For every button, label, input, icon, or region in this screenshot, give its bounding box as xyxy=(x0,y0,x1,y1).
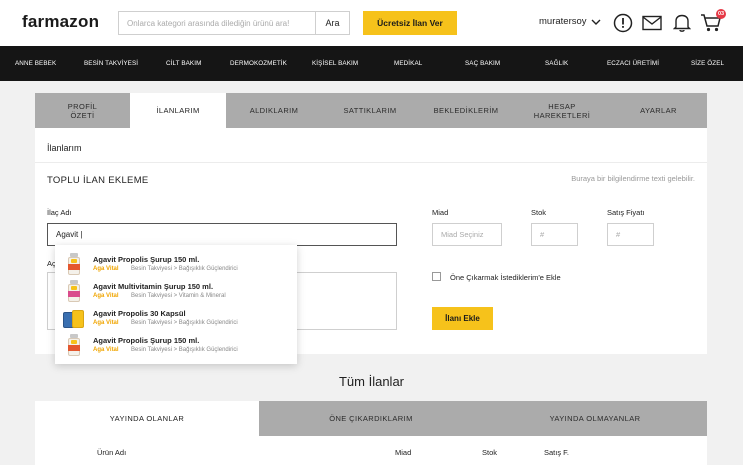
suggestion-category: Besin Takviyesi > Bağışıklık Güçlendiric… xyxy=(131,266,238,272)
suggestion-name: Agavit Propolis Şurup 150 ml. xyxy=(93,336,200,345)
suggestion-brand: Aga Vital xyxy=(93,293,119,299)
tab-yayinda-olmayanlar[interactable]: YAYINDA OLMAYANLAR xyxy=(483,401,707,436)
tab-bekledikler[interactable]: BEKLEDİKLERİM xyxy=(418,93,514,128)
price-label: Satış Fiyatı xyxy=(607,208,645,217)
alert-icon[interactable] xyxy=(612,12,634,34)
suggestion-name: Agavit Propolis Şurup 150 ml. xyxy=(93,255,200,264)
search-button[interactable]: Ara xyxy=(315,12,349,34)
logo[interactable]: farmazon xyxy=(22,12,99,32)
tab-label: HESAP xyxy=(548,101,576,111)
username: muratersoy xyxy=(539,16,587,27)
tab-profil-ozeti[interactable]: PROFİL ÖZETİ xyxy=(35,93,130,128)
listings-table-header: Ürün Adı Miad Stok Satış F. xyxy=(35,436,707,465)
nav-item-medikal[interactable]: MEDİKAL xyxy=(394,46,422,81)
free-listing-button[interactable]: Ücretsiz İlan Ver xyxy=(363,11,457,35)
listing-status-tabs: YAYINDA OLANLAR ÖNE ÇIKARDIKLARIM YAYIND… xyxy=(35,401,707,436)
column-header-product: Ürün Adı xyxy=(97,448,127,457)
suggestion-brand: Aga Vital xyxy=(93,266,119,272)
tab-label: SATTIKLARIM xyxy=(343,106,397,115)
nav-item-besin-takviyesi[interactable]: BESİN TAKVİYESİ xyxy=(84,46,138,81)
tab-ayarlar[interactable]: AYARLAR xyxy=(610,93,707,128)
stock-label: Stok xyxy=(531,208,547,217)
tab-aldiklarim[interactable]: ALDIKLARIM xyxy=(226,93,322,128)
user-menu[interactable]: muratersoy xyxy=(539,16,601,27)
suggestion-name: Agavit Propolis 30 Kapsül xyxy=(93,309,186,318)
suggestion-category: Besin Takviyesi > Bağışıklık Güçlendiric… xyxy=(131,347,238,353)
info-text: Buraya bir bilgilendirme texti gelebilir… xyxy=(571,174,695,183)
suggestion-name: Agavit Multivitamin Şurup 150 ml. xyxy=(93,282,214,291)
tab-label: BEKLEDİKLERİM xyxy=(433,106,499,115)
autocomplete-dropdown: Agavit Propolis Şurup 150 ml. Aga Vital … xyxy=(55,245,297,364)
nav-item-kisisel-bakim[interactable]: KİŞİSEL BAKIM xyxy=(312,46,358,81)
product-thumbnail xyxy=(67,253,81,275)
all-listings-title: Tüm İlanlar xyxy=(338,374,405,389)
cart-icon[interactable]: 03 xyxy=(700,9,726,34)
nav-item-size-ozel[interactable]: SİZE ÖZEL xyxy=(691,46,724,81)
suggestion-category: Besin Takviyesi > Bağışıklık Güçlendiric… xyxy=(131,320,238,326)
category-nav: ANNE BEBEK BESİN TAKVİYESİ CİLT BAKIM DE… xyxy=(0,46,743,81)
tab-label: AYARLAR xyxy=(640,106,677,115)
chevron-down-icon xyxy=(591,19,601,25)
nav-item-cilt-bakim[interactable]: CİLT BAKIM xyxy=(166,46,201,81)
nav-item-eczaci-uretimi[interactable]: ECZACI ÜRETİMİ xyxy=(607,46,659,81)
feature-checkbox[interactable] xyxy=(432,272,441,281)
column-header-stock: Stok xyxy=(482,448,498,457)
tab-label: İLANLARIM xyxy=(156,106,200,115)
suggestion-category: Besin Takviyesi > Vitamin & Mineral xyxy=(131,293,226,299)
tab-yayinda-olanlar[interactable]: YAYINDA OLANLAR xyxy=(35,401,259,436)
mail-icon[interactable] xyxy=(641,12,663,34)
suggestion-item[interactable]: Agavit Multivitamin Şurup 150 ml. Aga Vi… xyxy=(55,277,297,304)
suggestion-brand: Aga Vital xyxy=(93,347,119,353)
tab-label: ALDIKLARIM xyxy=(249,106,299,115)
column-header-expiry: Miad xyxy=(395,448,412,457)
expiry-label: Miad xyxy=(432,208,449,217)
stock-input[interactable] xyxy=(531,223,578,246)
nav-item-saglik[interactable]: SAĞLIK xyxy=(545,46,568,81)
tab-sattiklarim[interactable]: SATTIKLARIM xyxy=(322,93,418,128)
tab-label: PROFİL xyxy=(67,101,98,111)
bulk-add-title: TOPLU İLAN EKLEME xyxy=(47,175,149,186)
suggestion-item[interactable]: Agavit Propolis 30 Kapsül Aga Vital Besi… xyxy=(55,304,297,331)
tab-hesap-hareketleri[interactable]: HESAP HAREKETLERİ xyxy=(514,93,610,128)
nav-item-anne-bebek[interactable]: ANNE BEBEK xyxy=(15,46,56,81)
suggestion-item[interactable]: Agavit Propolis Şurup 150 ml. Aga Vital … xyxy=(55,331,297,358)
divider xyxy=(35,162,707,163)
tab-label-line2: HAREKETLERİ xyxy=(533,110,591,120)
tab-one-cikardiklarim[interactable]: ÖNE ÇIKARDIKLARIM xyxy=(259,401,483,436)
search-box: Ara xyxy=(118,11,350,35)
product-thumbnail xyxy=(67,334,81,356)
suggestion-item[interactable]: Agavit Propolis Şurup 150 ml. Aga Vital … xyxy=(55,250,297,277)
bell-icon[interactable] xyxy=(671,12,693,34)
nav-item-sac-bakim[interactable]: SAÇ BAKIM xyxy=(465,46,500,81)
column-header-price: Satış F. xyxy=(544,448,570,457)
price-input[interactable] xyxy=(607,223,654,246)
tab-label-line2: ÖZETİ xyxy=(70,110,95,120)
drug-name-input[interactable] xyxy=(47,223,397,246)
section-title: İlanlarım xyxy=(47,143,82,153)
product-thumbnail xyxy=(63,307,85,329)
add-listing-button[interactable]: İlanı Ekle xyxy=(432,307,493,330)
nav-item-dermokozmetik[interactable]: DERMOKOZMETİK xyxy=(230,46,287,81)
feature-checkbox-label: Öne Çıkarmak İstediklerim'e Ekle xyxy=(450,273,561,282)
product-thumbnail xyxy=(67,280,81,302)
header: farmazon Ara Ücretsiz İlan Ver muraterso… xyxy=(0,0,743,46)
profile-tabs: PROFİL ÖZETİ İLANLARIM ALDIKLARIM SATTIKL… xyxy=(35,93,707,128)
cart-count-badge: 03 xyxy=(716,9,726,19)
tab-ilanlarim[interactable]: İLANLARIM xyxy=(130,93,226,128)
drug-name-label: İlaç Adı xyxy=(47,208,72,217)
suggestion-brand: Aga Vital xyxy=(93,320,119,326)
search-input[interactable] xyxy=(119,12,317,34)
expiry-date-input[interactable] xyxy=(432,223,502,246)
